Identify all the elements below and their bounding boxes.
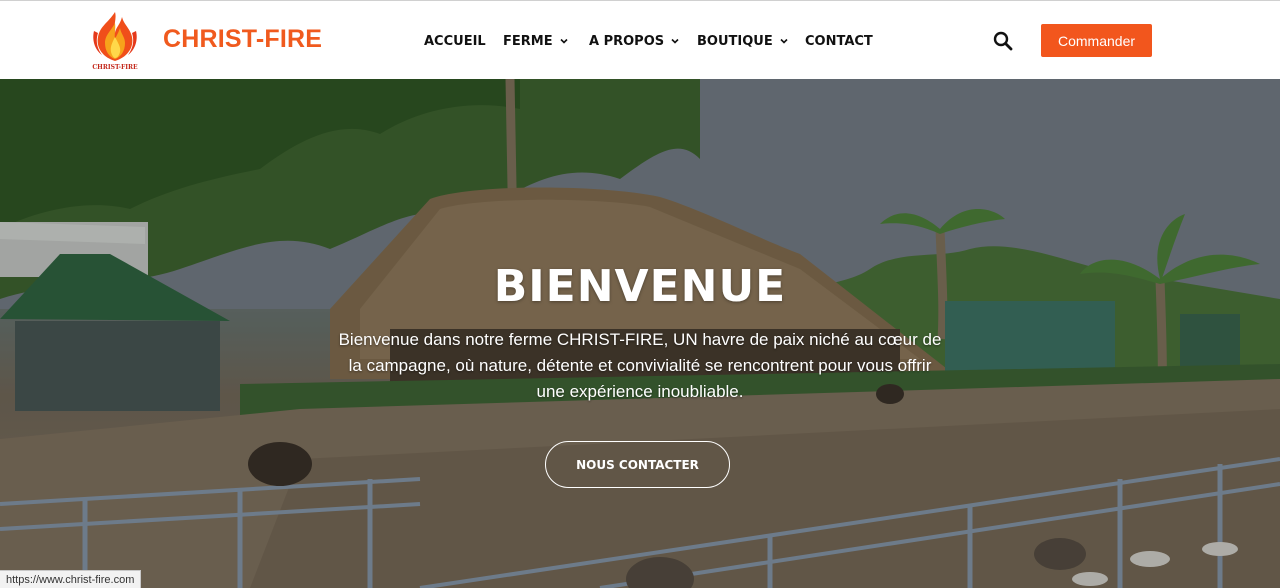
nav-item-ferme[interactable]: FERME <box>503 30 569 52</box>
nav-item-a-propos[interactable]: A PROPOS <box>589 30 680 52</box>
hero-banner: BIENVENUE Bienvenue dans notre ferme CHR… <box>0 79 1280 588</box>
nav-label: BOUTIQUE <box>697 33 773 49</box>
order-button[interactable]: Commander <box>1041 24 1152 57</box>
nav-item-contact[interactable]: CONTACT <box>805 30 873 52</box>
hero-description: Bienvenue dans notre ferme CHRIST-FIRE, … <box>338 330 942 401</box>
chevron-down-icon <box>780 38 788 44</box>
christ-fire-logo[interactable]: CHRIST-FIRE <box>86 9 144 73</box>
nav-item-accueil[interactable]: ACCUEIL <box>424 30 486 52</box>
chevron-down-icon <box>671 38 679 44</box>
nav-item-boutique[interactable]: BOUTIQUE <box>697 30 789 52</box>
site-header: CHRIST-FIRE CHRIST-FIRE ACCUEIL FERME A … <box>0 0 1280 79</box>
logo-caption: CHRIST-FIRE <box>92 64 138 71</box>
search-button[interactable] <box>992 30 1014 52</box>
nav-label: A PROPOS <box>589 33 665 49</box>
contact-us-button[interactable]: NOUS CONTACTER <box>545 441 730 488</box>
hero-title: BIENVENUE <box>493 261 787 312</box>
chevron-down-icon <box>560 38 568 44</box>
nav-label: CONTACT <box>805 33 873 49</box>
status-bar-url: https://www.christ-fire.com <box>0 570 142 588</box>
brand-name[interactable]: CHRIST-FIRE <box>163 25 322 54</box>
nav-label: FERME <box>503 33 553 49</box>
search-icon <box>993 31 1013 51</box>
nav-label: ACCUEIL <box>424 33 486 49</box>
